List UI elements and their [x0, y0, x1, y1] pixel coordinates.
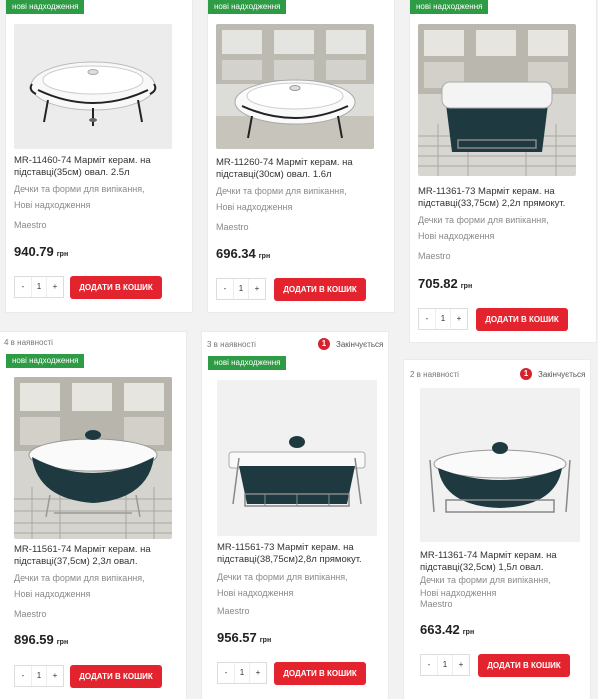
category-link[interactable]: Нові надходження [14, 587, 184, 602]
currency: грн [460, 283, 473, 290]
product-card: 3 в наявності 1 Закінчується нові надход… [202, 332, 388, 699]
brand-label: Maestro [418, 251, 451, 261]
category-link[interactable]: Нові надходження [217, 586, 387, 601]
new-arrival-badge: нові надходження [6, 0, 85, 14]
product-title[interactable]: MR-11361-73 Марміт керам. на підставці(3… [418, 186, 578, 210]
low-stock-indicator: 1 Закінчується [520, 368, 585, 380]
quantity-input[interactable]: 1 [31, 277, 47, 297]
quantity-stepper[interactable]: - 1 + [14, 276, 64, 298]
alert-icon: 1 [520, 368, 532, 380]
category-link[interactable]: Дечки та форми для випікання, [14, 571, 184, 586]
product-title[interactable]: MR-11561-73 Марміт керам. на підставці(3… [217, 542, 377, 566]
quantity-input[interactable]: 1 [31, 666, 47, 686]
minus-button[interactable]: - [218, 663, 234, 683]
price-value: 663.42 [420, 622, 460, 637]
category-link[interactable]: Дечки та форми для випікання, [217, 570, 387, 585]
product-card: 2 в наявності 1 Закінчується MR-11361-74… [404, 360, 590, 699]
price-value: 896.59 [14, 632, 54, 647]
new-arrival-badge: нові надходження [208, 0, 287, 14]
price: 696.34 грн [216, 246, 270, 261]
currency: грн [462, 629, 475, 636]
add-to-cart-button[interactable]: ДОДАТИ В КОШИК [70, 665, 162, 688]
product-card: 4 в наявності нові надходження MR-11561-… [0, 332, 186, 699]
stock-status: 3 в наявності [207, 340, 256, 349]
stock-status: 4 в наявності [4, 338, 53, 347]
quantity-stepper[interactable]: - 1 + [418, 308, 468, 330]
currency: грн [56, 251, 69, 258]
add-to-cart-button[interactable]: ДОДАТИ В КОШИК [274, 662, 366, 685]
quantity-stepper[interactable]: - 1 + [217, 662, 267, 684]
new-arrival-badge: нові надходження [410, 0, 489, 14]
add-to-cart-button[interactable]: ДОДАТИ В КОШИК [476, 308, 568, 331]
alert-icon: 1 [318, 338, 330, 350]
price-value: 696.34 [216, 246, 256, 261]
minus-button[interactable]: - [419, 309, 435, 329]
stock-status: 2 в наявності [410, 370, 459, 379]
quantity-input[interactable]: 1 [234, 663, 250, 683]
product-image[interactable] [420, 388, 580, 542]
product-title[interactable]: MR-11260-74 Марміт керам. на підставці(3… [216, 157, 376, 181]
quantity-stepper[interactable]: - 1 + [14, 665, 64, 687]
product-card: нові надходження MR-11260-74 Марміт кера… [208, 0, 394, 312]
minus-button[interactable]: - [217, 279, 233, 299]
price: 940.79 грн [14, 244, 68, 259]
currency: грн [258, 253, 271, 260]
price-value: 705.82 [418, 276, 458, 291]
brand-label: Maestro [217, 606, 250, 616]
new-arrival-badge: нові надходження [6, 354, 85, 368]
plus-button[interactable]: + [47, 277, 63, 297]
minus-button[interactable]: - [421, 655, 437, 675]
category-link[interactable]: Дечки та форми для випікання, [418, 213, 588, 228]
product-image[interactable] [216, 24, 374, 149]
brand-label: Maestro [420, 599, 453, 609]
product-title[interactable]: MR-11361-74 Марміт керам. на підставці(3… [420, 550, 580, 574]
price: 896.59 грн [14, 632, 68, 647]
currency: грн [259, 637, 272, 644]
new-arrival-badge: нові надходження [208, 356, 287, 370]
add-to-cart-button[interactable]: ДОДАТИ В КОШИК [478, 654, 570, 677]
low-stock-indicator: 1 Закінчується [318, 338, 383, 350]
category-link[interactable]: Нові надходження [14, 198, 184, 213]
low-stock-label: Закінчується [538, 369, 586, 379]
minus-button[interactable]: - [15, 666, 31, 686]
plus-button[interactable]: + [47, 666, 63, 686]
category-link[interactable]: Нові надходження [418, 229, 588, 244]
product-image[interactable] [217, 380, 377, 536]
minus-button[interactable]: - [15, 277, 31, 297]
plus-button[interactable]: + [453, 655, 469, 675]
quantity-stepper[interactable]: - 1 + [216, 278, 266, 300]
category-link[interactable]: Нові надходження [216, 200, 386, 215]
low-stock-label: Закінчується [336, 339, 384, 349]
plus-button[interactable]: + [451, 309, 467, 329]
price-value: 956.57 [217, 630, 257, 645]
quantity-input[interactable]: 1 [437, 655, 453, 675]
brand-label: Maestro [14, 609, 47, 619]
product-title[interactable]: MR-11561-74 Марміт керам. на підставці(3… [14, 544, 174, 568]
quantity-stepper[interactable]: - 1 + [420, 654, 470, 676]
add-to-cart-button[interactable]: ДОДАТИ В КОШИК [274, 278, 366, 301]
product-title[interactable]: MR-11460-74 Марміт керам. на підставці(3… [14, 155, 174, 179]
quantity-input[interactable]: 1 [233, 279, 249, 299]
price-value: 940.79 [14, 244, 54, 259]
product-card: нові надходження MR-11361-73 Марміт кера… [410, 0, 596, 342]
add-to-cart-button[interactable]: ДОДАТИ В КОШИК [70, 276, 162, 299]
product-card: нові надходження MR-11460-74 Марміт кера… [6, 0, 192, 312]
plus-button[interactable]: + [250, 663, 266, 683]
price: 705.82 грн [418, 276, 472, 291]
price: 956.57 грн [217, 630, 271, 645]
product-image[interactable] [418, 24, 576, 176]
category-link[interactable]: Дечки та форми для випікання, [14, 182, 184, 197]
currency: грн [56, 639, 69, 646]
product-image[interactable] [14, 24, 172, 149]
price: 663.42 грн [420, 622, 474, 637]
brand-label: Maestro [14, 220, 47, 230]
plus-button[interactable]: + [249, 279, 265, 299]
product-image[interactable] [14, 377, 172, 539]
category-link[interactable]: Дечки та форми для випікання, [216, 184, 386, 199]
quantity-input[interactable]: 1 [435, 309, 451, 329]
brand-label: Maestro [216, 222, 249, 232]
